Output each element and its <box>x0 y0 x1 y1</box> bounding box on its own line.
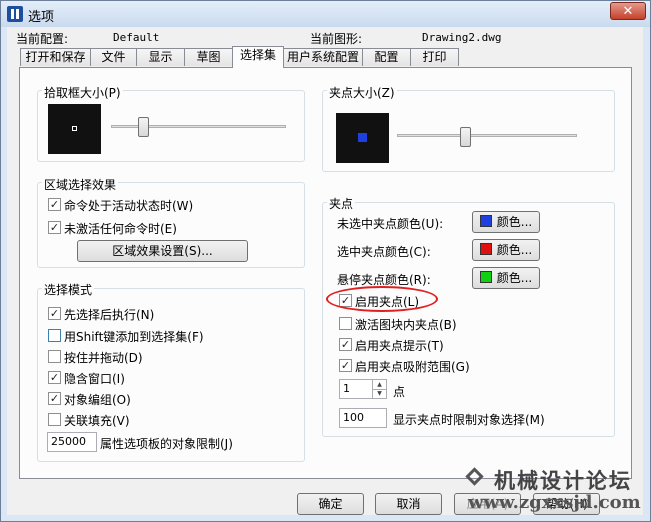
tab-selection[interactable]: 选择集 <box>232 46 284 68</box>
forum-logo-icon <box>464 466 486 488</box>
selection-modes-title: 选择模式 <box>42 281 95 298</box>
gripsize-title: 夹点大小(Z) <box>327 84 397 101</box>
area-effect-title: 区域选择效果 <box>42 176 119 193</box>
watermark-url: www.zgxxsjd.com <box>468 492 641 513</box>
profile-label: 当前配置: <box>16 32 69 46</box>
color-swatch-icon <box>479 215 492 227</box>
active-command-label: 命令处于活动状态时(W) <box>64 199 194 213</box>
selected-grip-color-label: 选中夹点颜色(C): <box>337 245 431 259</box>
drawing-value: Drawing2.dwg <box>422 31 502 44</box>
tab-drafting[interactable]: 草图 <box>184 48 233 66</box>
profile-value: Default <box>113 31 160 44</box>
tab-display[interactable]: 显示 <box>136 48 185 66</box>
unselected-grip-color-label: 未选中夹点颜色(U): <box>337 217 444 231</box>
enable-grip-tips-checkbox[interactable] <box>339 338 352 351</box>
unselected-grip-color-button-label: 颜色... <box>496 215 533 229</box>
enable-block-grips-label: 激活图块内夹点(B) <box>355 318 457 332</box>
associative-hatch-label: 关联填充(V) <box>64 414 130 428</box>
unselected-grip-color-button[interactable]: 颜色... <box>472 211 540 233</box>
press-drag-label: 按住并拖动(D) <box>64 351 143 365</box>
pickbox-square-icon <box>72 126 77 131</box>
title-bar[interactable]: 选项 ✕ <box>1 1 650 27</box>
property-limit-label: 属性选项板的对象限制(J) <box>100 437 233 451</box>
watermark-title: 机械设计论坛 <box>494 469 632 493</box>
grip-preview <box>336 113 389 163</box>
tab-user-preferences[interactable]: 用户系统配置 <box>283 48 363 66</box>
pickbox-preview <box>48 104 101 154</box>
area-effect-settings-button[interactable]: 区域效果设置(S)... <box>77 240 248 262</box>
highlight-ellipse <box>326 286 438 312</box>
no-command-label: 未激活任何命令时(E) <box>64 222 177 236</box>
tab-profiles[interactable]: 配置 <box>362 48 411 66</box>
tab-files[interactable]: 文件 <box>90 48 137 66</box>
grips-title: 夹点 <box>327 195 356 212</box>
color-swatch-icon <box>479 243 492 255</box>
object-grouping-label: 对象编组(O) <box>64 393 131 407</box>
tab-open-save[interactable]: 打开和保存 <box>20 48 91 66</box>
noun-verb-label: 先选择后执行(N) <box>64 308 155 322</box>
grip-snap-spinner-value: 1 <box>343 382 350 395</box>
object-grouping-checkbox[interactable] <box>48 392 61 405</box>
selected-grip-color-button[interactable]: 颜色... <box>472 239 540 261</box>
press-drag-checkbox[interactable] <box>48 350 61 363</box>
implied-window-label: 隐含窗口(I) <box>64 372 125 386</box>
enable-grip-tips-label: 启用夹点提示(T) <box>355 339 444 353</box>
shift-add-label: 用Shift键添加到选择集(F) <box>64 330 204 344</box>
tab-plot[interactable]: 打印 <box>410 48 459 66</box>
implied-window-checkbox[interactable] <box>48 371 61 384</box>
window-title: 选项 <box>28 10 55 25</box>
hover-grip-color-button-label: 颜色... <box>496 271 533 285</box>
ok-button[interactable]: 确定 <box>297 493 364 515</box>
active-command-checkbox[interactable] <box>48 198 61 211</box>
app-icon <box>7 6 23 22</box>
gripsize-slider-track[interactable] <box>397 134 577 137</box>
noun-verb-checkbox[interactable] <box>48 307 61 320</box>
enable-grip-snap-label: 启用夹点吸附范围(G) <box>355 360 470 374</box>
shift-add-checkbox[interactable] <box>48 329 61 342</box>
spinner-up-icon[interactable]: ▲ <box>372 380 386 389</box>
color-swatch-icon <box>479 271 492 283</box>
property-limit-input[interactable]: 25000 <box>47 432 97 452</box>
pickbox-slider-thumb[interactable] <box>138 117 149 137</box>
no-command-checkbox[interactable] <box>48 221 61 234</box>
grip-square-icon <box>358 133 367 142</box>
enable-block-grips-checkbox[interactable] <box>339 317 352 330</box>
grip-object-limit-label: 显示夹点时限制对象选择(M) <box>393 413 545 427</box>
drawing-label: 当前图形: <box>310 32 363 46</box>
hover-grip-color-button[interactable]: 颜色... <box>472 267 540 289</box>
grip-snap-spinner[interactable]: 1 ▲ ▼ <box>339 379 387 399</box>
cancel-button[interactable]: 取消 <box>375 493 442 515</box>
spinner-down-icon[interactable]: ▼ <box>372 389 386 399</box>
gripsize-slider-thumb[interactable] <box>460 127 471 147</box>
associative-hatch-checkbox[interactable] <box>48 413 61 426</box>
enable-grip-snap-checkbox[interactable] <box>339 359 352 372</box>
pickbox-title: 拾取框大小(P) <box>42 84 123 101</box>
grip-snap-unit: 点 <box>393 385 406 399</box>
grip-object-limit-input[interactable]: 100 <box>339 408 387 428</box>
close-button[interactable]: ✕ <box>610 2 646 20</box>
selected-grip-color-button-label: 颜色... <box>496 243 533 257</box>
